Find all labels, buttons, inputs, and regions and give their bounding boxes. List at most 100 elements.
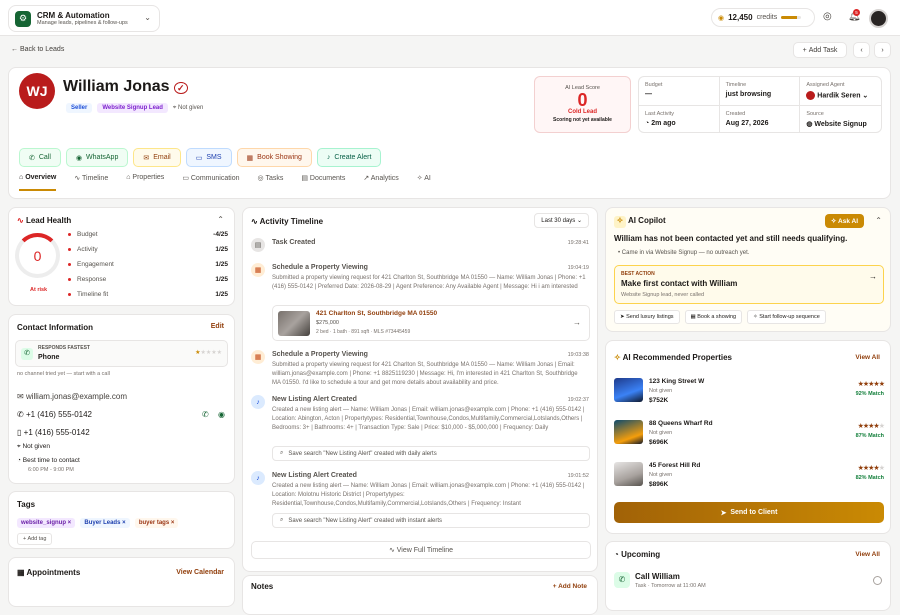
suggestion-chip[interactable]: ▦ Book a showing [684,310,743,324]
book-showing-button[interactable]: ▦ Book Showing [236,148,312,167]
rating-stars: ★★★★★ [857,381,885,388]
upcoming-task-title: Call William [635,572,680,581]
tab-communication[interactable]: ▭ Communication [182,174,239,191]
add-task-button[interactable]: + Add Task [793,42,847,58]
timeline-title: ∿ Activity Timeline [251,217,324,226]
workspace-switcher[interactable]: ⚙ CRM & Automation Manage leads, pipelin… [8,5,160,32]
lead-health-title: ∿ Lead Health [17,216,72,225]
tab-ai[interactable]: ✧ AI [417,174,431,191]
best-action-box[interactable]: BEST ACTION Make first contact with Will… [614,265,884,304]
pulse-icon: ∿ [17,216,24,225]
suggestion-chip[interactable]: ➤ Send luxury listings [614,310,680,324]
score-note: Scoring not yet available [553,117,612,123]
list-item[interactable]: 88 Queens Wharf Rd Not given $696K ★★★★★ 87… [614,420,885,458]
health-row: Budget -4/25 [68,231,228,246]
location-text: ⌖ Not given [172,104,204,111]
calendar-icon: ▦ [690,314,696,320]
send-icon: ➤ [620,314,625,320]
chevron-down-icon: ⌄ [144,13,151,22]
add-note-button[interactable]: + Add Note [553,583,587,590]
health-row: Engagement 1/25 [68,261,228,276]
activity-timeline-card: ∿ Activity Timeline Last 30 days ⌄ ▤ Tas… [242,207,598,572]
mail-icon: ✉ [143,154,150,162]
property-thumbnail [614,462,643,486]
globe-icon: ◍ [806,121,813,128]
tab-overview[interactable]: ⌂ Overview [19,174,57,191]
tab-analytics[interactable]: ↗ Analytics [363,174,398,191]
tags-title: Tags [17,500,36,509]
view-all-link[interactable]: View All [855,354,880,361]
view-full-timeline-button[interactable]: ∿ View Full Timeline [251,541,591,559]
notification-badge: 5 [853,9,860,16]
whatsapp-icon[interactable]: ◉ [218,410,225,419]
rating-stars: ★★★★★ [857,465,885,472]
sparkle-icon: ✧ [753,314,758,320]
upcoming-title: ◔ Upcoming [614,550,661,559]
next-lead-button[interactable]: › [874,42,891,58]
edit-contact-button[interactable]: Edit [211,323,224,330]
email-button[interactable]: ✉ Email [133,148,181,167]
action-bar: ✆ Call ◉ WhatsApp ✉ Email ▭ SMS ▦ Book Showin… [19,148,382,167]
calendar-icon: ▦ [251,350,265,364]
clock-icon: ◔ [645,120,650,127]
property-thumbnail [614,378,643,402]
credits-bar [781,16,802,19]
chevron-up-icon[interactable]: ⌃ [217,215,224,224]
task-checkbox[interactable] [873,576,882,585]
ai-copilot-title: ✧ AI Copilot [614,216,666,228]
arrow-right-icon: → [869,272,877,281]
palette-icon[interactable]: ◎ [823,11,832,22]
verified-icon: ✓ [174,82,188,94]
sparkle-icon: ✧ [614,353,621,362]
bell-icon: ♪ [251,395,265,409]
property-card[interactable]: 421 Charlton St, Southbridge MA 01550 $2… [272,305,590,341]
suggestion-chip[interactable]: ✧ Start follow-up sequence [747,310,826,324]
view-calendar-link[interactable]: View Calendar [176,569,224,576]
send-to-client-button[interactable]: ➤ Send to Client [614,502,884,523]
email-value[interactable]: ✉ william.jonas@example.com [17,392,127,401]
assigned-agent[interactable]: Hardik Seren ⌄ [806,91,875,100]
source-badge: Website Signup Lead [97,103,168,113]
view-all-link[interactable]: View All [855,551,880,558]
sms-button[interactable]: ▭ SMS [185,148,232,167]
phone-icon: ✆ [614,572,630,588]
whatsapp-button[interactable]: ◉ WhatsApp [65,148,129,167]
best-time: ◔ Best time to contact [17,457,80,464]
mobile-value[interactable]: ▯ +1 (416) 555-0142 [17,428,90,437]
phone-value[interactable]: ✆ +1 (416) 555-0142 [17,410,92,419]
mail-icon: ✉ [17,392,24,401]
ask-ai-button[interactable]: ✧ Ask AI [825,214,865,228]
search-icon: ⌕ [280,450,284,456]
tag-chip[interactable]: buyer tags × [134,518,179,528]
call-icon[interactable]: ✆ [202,410,209,419]
list-item[interactable]: 123 King Street W Not given $752K ★★★★★ 92%… [614,378,885,416]
health-breakdown: Budget -4/25 Activity 1/25 Engagement 1/25 … [68,231,228,306]
tag-chip[interactable]: Buyer Leads × [80,518,130,528]
tab-properties[interactable]: ⌂ Properties [126,174,164,191]
add-tag-button[interactable]: + Add tag [17,533,53,545]
chevron-up-icon[interactable]: ⌃ [875,216,882,225]
tab-timeline[interactable]: ∿ Timeline [74,174,108,191]
lead-health-card: ∿ Lead Health ⌃ 0 At risk Budget -4/25 Ac… [8,207,235,306]
create-alert-button[interactable]: ♪ Create Alert [316,148,382,167]
coin-icon: ◉ [718,14,725,22]
back-to-leads-link[interactable]: ← Back to Leads [11,46,64,53]
calendar-icon: ▦ [246,154,254,162]
list-item[interactable]: 45 Forest Hill Rd Not given $896K ★★★★★ 82%… [614,462,885,500]
pulse-icon: ∿ [251,217,258,226]
tab-documents[interactable]: ▤ Documents [301,174,345,191]
upcoming-card: ◔ Upcoming View All ✆ Call William Task … [605,541,891,611]
credits-value: 12,450 [728,13,753,22]
recommended-properties-card: ✧ AI Recommended Properties View All 123… [605,340,891,534]
prev-lead-button[interactable]: ‹ [853,42,870,58]
call-button[interactable]: ✆ Call [19,148,61,167]
tab-tasks[interactable]: ◎ Tasks [258,174,284,191]
credits-widget[interactable]: ◉ 12,450 credits [711,8,815,27]
user-avatar[interactable] [869,9,888,28]
score-value: 0 [577,90,588,110]
tag-chip[interactable]: website_signup × [17,518,76,528]
bell-icon: ♪ [251,471,265,485]
range-select[interactable]: Last 30 days ⌄ [534,213,589,228]
message-icon: ▭ [195,154,203,162]
app-subtitle: Manage leads, pipelines & follow-ups [37,20,128,26]
